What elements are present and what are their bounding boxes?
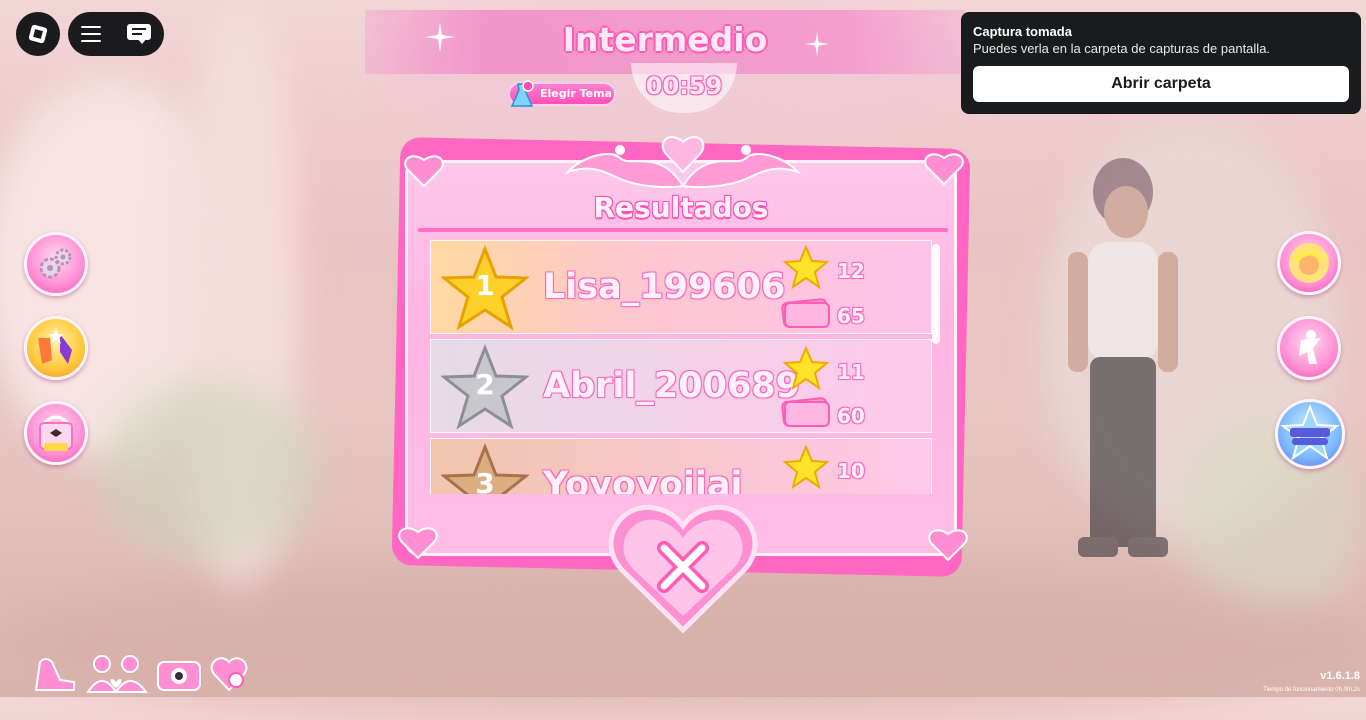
hamburger-menu-icon[interactable] — [81, 26, 101, 42]
sparkle-icon — [425, 22, 455, 52]
style-showdown-icon — [1280, 404, 1340, 461]
money-icon — [781, 298, 830, 328]
results-title: Resultados — [593, 191, 769, 224]
results-scrollbar[interactable] — [932, 244, 940, 344]
friends-icon[interactable] — [84, 652, 150, 694]
settings-gears-icon — [39, 248, 72, 279]
star-score-icon — [783, 445, 829, 489]
pose-button[interactable] — [1277, 316, 1341, 380]
heels-icon[interactable] — [30, 652, 80, 694]
rank-number: 2 — [475, 368, 495, 401]
star-score: 10 — [837, 459, 865, 483]
screenshot-toast: Captura tomada Puedes verla en la carpet… — [961, 12, 1361, 114]
shop-bag-icon — [39, 415, 73, 451]
result-row-1: 1 Lisa_199606 12 65 — [430, 240, 932, 334]
round-timer: 00:59 — [645, 72, 723, 100]
roblox-menu-button[interactable] — [16, 12, 60, 56]
uptime-label: Tiempo de funcionamiento 0h,0m,2s — [1263, 687, 1360, 693]
style-showdown-button[interactable] — [1275, 399, 1345, 469]
star-score: 11 — [837, 360, 865, 384]
sparkle-icon — [805, 32, 829, 56]
mode-title: Intermedio — [562, 20, 768, 59]
chat-icon[interactable] — [127, 24, 151, 44]
open-folder-button[interactable]: Abrir carpeta — [973, 66, 1349, 102]
player-name: Abril_200689 — [543, 366, 801, 406]
money-score: 60 — [837, 404, 865, 428]
corner-heart-icon — [928, 529, 968, 562]
star-score-icon — [783, 346, 829, 390]
pose-icon — [1299, 330, 1321, 364]
background-plant — [100, 380, 320, 560]
profile-button[interactable] — [1277, 231, 1341, 295]
corner-heart-icon — [924, 153, 964, 186]
avatar-profile-icon — [1289, 243, 1329, 283]
roblox-topbar-group — [68, 12, 164, 56]
roblox-logo-icon — [28, 24, 48, 44]
emotes-icon[interactable] — [208, 652, 250, 694]
corner-heart-icon — [398, 527, 438, 560]
rank-number: 1 — [475, 269, 495, 302]
outfits-button[interactable] — [24, 316, 88, 380]
close-button[interactable] — [608, 498, 758, 636]
settings-button[interactable] — [24, 232, 88, 296]
result-row-2: 2 Abril_200689 11 60 — [430, 339, 932, 433]
rank-number: 3 — [475, 467, 495, 494]
star-score-icon — [783, 245, 829, 289]
money-score: 65 — [837, 304, 865, 328]
star-score: 12 — [837, 259, 865, 283]
player-avatar — [1068, 158, 1178, 557]
corner-heart-icon — [404, 155, 444, 188]
dress-icon — [510, 80, 534, 107]
money-icon — [781, 397, 830, 427]
camera-icon[interactable] — [154, 652, 204, 694]
results-list[interactable]: 1 Lisa_199606 12 65 2 Abril_200689 11 60… — [430, 240, 942, 494]
toast-message: Puedes verla en la carpeta de capturas d… — [973, 41, 1271, 56]
shop-button[interactable] — [24, 401, 88, 465]
outfits-heels-icon — [38, 328, 72, 364]
toast-title: Captura tomada — [973, 24, 1072, 39]
result-row-3: 3 Yoyoyoiiai 10 — [430, 438, 932, 494]
title-divider — [418, 228, 948, 232]
choose-theme-button[interactable]: Elegir Tema — [508, 80, 616, 107]
choose-theme-label: Elegir Tema — [540, 87, 613, 100]
player-name: Yoyoyoiiai — [543, 465, 743, 494]
player-name: Lisa_199606 — [543, 267, 786, 307]
ribbon-ornament-icon — [564, 136, 802, 189]
version-label: v1.6.1.8 — [1320, 670, 1360, 682]
